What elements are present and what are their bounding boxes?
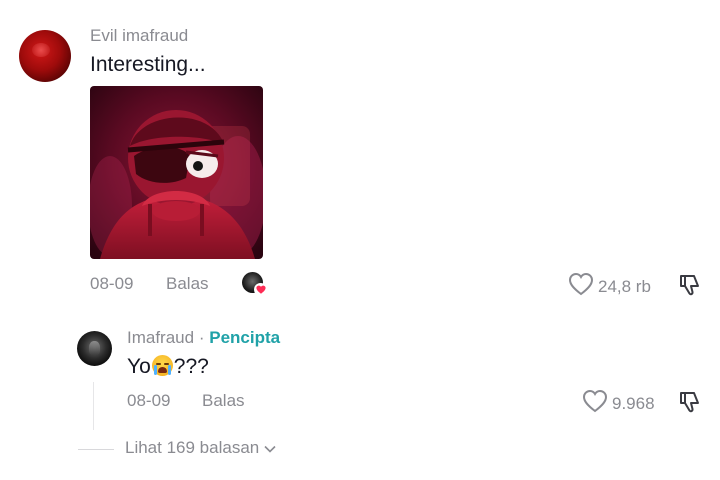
reply-username[interactable]: Imafraud xyxy=(127,328,194,347)
heart-outline-icon xyxy=(568,272,594,301)
commenter-username[interactable]: Evil imafraud xyxy=(90,26,188,46)
creator-badge: Pencipta xyxy=(209,328,281,347)
reply-like-count: 9.968 xyxy=(612,393,655,413)
replies-divider xyxy=(78,449,114,450)
separator-dot: · xyxy=(198,328,205,347)
reply-text: Yo??? xyxy=(127,355,209,379)
reply-text-part-1: Yo xyxy=(127,355,151,378)
heart-icon xyxy=(254,283,267,296)
reply-like-button[interactable]: 9.968 xyxy=(582,389,655,418)
comment-date: 08-09 xyxy=(90,274,134,293)
reply-dislike-icon[interactable] xyxy=(676,389,702,415)
reply-reply-button[interactable]: Balas xyxy=(202,391,245,411)
like-button[interactable]: 24,8 rb xyxy=(568,272,651,301)
thread-line xyxy=(93,382,94,430)
comment-sticker-image[interactable] xyxy=(90,86,263,259)
reply-date: 08-09 xyxy=(127,391,171,410)
reply-button[interactable]: Balas xyxy=(166,274,209,294)
loudly-crying-face-icon xyxy=(151,355,173,376)
view-replies-label: Lihat 169 balasan xyxy=(125,438,260,457)
reply-text-part-2: ??? xyxy=(173,355,209,378)
liked-by-creator-badge xyxy=(242,272,267,296)
chevron-down-icon xyxy=(264,438,276,458)
commenter-avatar[interactable] xyxy=(19,30,71,82)
reply-avatar[interactable] xyxy=(77,331,112,366)
comment-text: Interesting... xyxy=(90,53,206,76)
view-replies-button[interactable]: Lihat 169 balasan xyxy=(125,438,276,458)
dislike-icon[interactable] xyxy=(676,272,702,298)
heart-outline-icon xyxy=(582,389,608,418)
like-count: 24,8 rb xyxy=(598,276,651,296)
reply-username-line: Imafraud · Pencipta xyxy=(127,328,280,348)
